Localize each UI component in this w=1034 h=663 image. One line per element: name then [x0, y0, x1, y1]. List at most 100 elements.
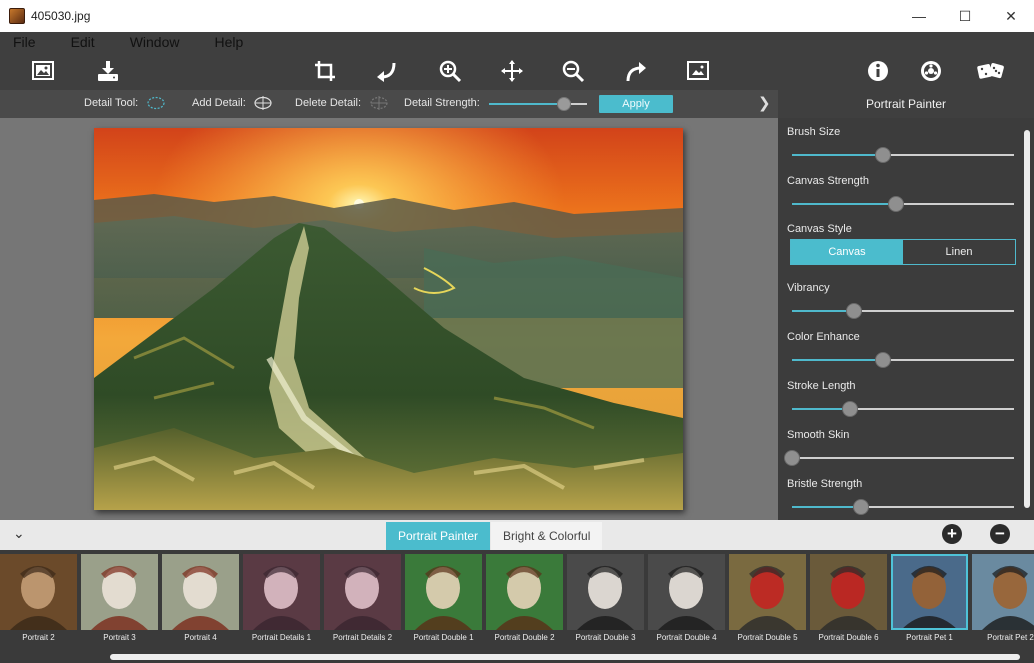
slider-knob[interactable]: [852, 499, 869, 515]
canvas-area: [0, 118, 778, 520]
preset-preview-image: [324, 554, 401, 630]
preset-label: Portrait Double 2: [494, 633, 555, 642]
crop-icon[interactable]: [312, 58, 338, 84]
tab-portrait-painter[interactable]: Portrait Painter: [386, 522, 491, 550]
close-button[interactable]: ✕: [988, 0, 1034, 32]
settings-panel: Brush Size Canvas Strength Canvas Style …: [778, 118, 1034, 520]
preset-label: Portrait Double 1: [413, 633, 474, 642]
smooth-skin-slider[interactable]: Smooth Skin: [784, 429, 1023, 475]
tab-bright-colorful[interactable]: Bright & Colorful: [491, 522, 603, 550]
preset-preview-image: [972, 554, 1034, 630]
preset-preview-image: [162, 554, 239, 630]
stroke-length-slider[interactable]: Stroke Length: [787, 380, 1023, 426]
preset-thumbnail[interactable]: Portrait 3: [81, 554, 158, 646]
preset-thumbnail[interactable]: Portrait Double 1: [405, 554, 482, 646]
bristle-strength-slider[interactable]: Bristle Strength: [787, 478, 1023, 524]
app-icon: [9, 8, 25, 24]
detail-strength-fill: [489, 103, 565, 105]
zoom-in-icon[interactable]: [437, 58, 463, 84]
detail-tool-icon[interactable]: [147, 96, 165, 110]
preset-thumbnail[interactable]: Portrait Details 2: [324, 554, 401, 646]
canvas-strength-slider[interactable]: Canvas Strength: [787, 175, 1023, 221]
preset-thumbnail[interactable]: Portrait Double 4: [648, 554, 725, 646]
detail-tool-label: Detail Tool:: [84, 97, 139, 109]
slider-knob[interactable]: [888, 196, 905, 212]
slider-label: Bristle Strength: [787, 478, 863, 490]
slider-label: Smooth Skin: [787, 429, 850, 441]
preset-preview-image: [0, 554, 77, 630]
slider-fill: [792, 310, 855, 312]
add-detail-label: Add Detail:: [192, 97, 246, 109]
fit-image-icon[interactable]: [685, 58, 711, 84]
canvas-style-linen-button[interactable]: Linen: [903, 240, 1015, 264]
preset-label: Portrait Details 2: [332, 633, 393, 642]
detail-strength-label: Detail Strength:: [404, 97, 480, 109]
maximize-button[interactable]: ☐: [942, 0, 988, 32]
save-icon[interactable]: [95, 58, 121, 84]
canvas-style-label: Canvas Style: [787, 223, 852, 235]
slider-fill: [792, 154, 884, 156]
preset-thumbnail[interactable]: Portrait Pet 1: [891, 554, 968, 646]
slider-knob[interactable]: [841, 401, 858, 417]
preset-thumbnail[interactable]: Portrait Double 5: [729, 554, 806, 646]
preset-thumbnail[interactable]: Portrait Pet 2: [972, 554, 1034, 646]
menu-bar: File Edit Window Help: [0, 32, 1034, 52]
preset-label: Portrait Double 3: [575, 633, 636, 642]
preset-preview-image: [567, 554, 644, 630]
delete-detail-label: Delete Detail:: [295, 97, 362, 109]
preset-thumbnail[interactable]: Portrait Double 6: [810, 554, 887, 646]
menu-window[interactable]: Window: [130, 34, 180, 50]
redo-icon[interactable]: [623, 58, 649, 84]
preset-thumbnail[interactable]: Portrait 2: [0, 554, 77, 646]
preset-thumbnail[interactable]: Portrait Double 2: [486, 554, 563, 646]
move-icon[interactable]: [499, 58, 525, 84]
zoom-out-icon[interactable]: [560, 58, 586, 84]
undo-icon[interactable]: [374, 58, 400, 84]
preset-preview-image: [729, 554, 806, 630]
chevron-down-icon[interactable]: ⌄: [13, 525, 25, 542]
preset-label: Portrait Details 1: [251, 633, 312, 642]
preset-preview-image: [81, 554, 158, 630]
slider-knob[interactable]: [784, 450, 800, 466]
random-dice-icon[interactable]: [976, 58, 1006, 84]
add-preset-button[interactable]: +: [942, 524, 962, 544]
slider-knob[interactable]: [875, 147, 892, 163]
title-bar: 405030.jpg — ☐ ✕: [0, 0, 1034, 32]
detail-strength-slider[interactable]: [489, 97, 587, 111]
chevron-right-icon[interactable]: ❯: [758, 94, 771, 112]
apply-button[interactable]: Apply: [599, 95, 673, 113]
add-detail-icon[interactable]: [254, 96, 272, 110]
settings-icon[interactable]: [918, 58, 944, 84]
info-icon[interactable]: [865, 58, 891, 84]
menu-file[interactable]: File: [13, 34, 36, 50]
preset-preview-image: [243, 554, 320, 630]
color-enhance-slider[interactable]: Color Enhance: [787, 331, 1023, 377]
open-image-icon[interactable]: [30, 58, 56, 84]
preset-tab-bar: ⌄ Portrait Painter Bright & Colorful + −: [0, 520, 1034, 550]
preset-label: Portrait Pet 2: [987, 633, 1034, 642]
preset-thumbnail[interactable]: Portrait Double 3: [567, 554, 644, 646]
preset-label: Portrait Pet 1: [906, 633, 953, 642]
menu-edit[interactable]: Edit: [71, 34, 95, 50]
detail-strength-knob[interactable]: [557, 97, 572, 111]
preset-label: Portrait 4: [184, 633, 217, 642]
panel-title: Portrait Painter: [778, 90, 1034, 118]
minimize-button[interactable]: —: [896, 0, 942, 32]
preset-thumbnail[interactable]: Portrait Details 1: [243, 554, 320, 646]
delete-detail-icon[interactable]: [370, 96, 388, 110]
panel-scrollbar[interactable]: [1024, 130, 1030, 508]
preset-label: Portrait Double 4: [656, 633, 717, 642]
filmstrip-scrollbar[interactable]: [110, 654, 1020, 660]
vibrancy-slider[interactable]: Vibrancy: [787, 282, 1023, 328]
slider-label: Color Enhance: [787, 331, 860, 343]
preset-thumbnail[interactable]: Portrait 4: [162, 554, 239, 646]
preset-preview-image: [486, 554, 563, 630]
slider-knob[interactable]: [875, 352, 892, 368]
canvas-style-toggle: Canvas Linen: [790, 239, 1016, 265]
canvas-style-canvas-button[interactable]: Canvas: [791, 240, 903, 264]
menu-help[interactable]: Help: [214, 34, 243, 50]
brush-size-slider[interactable]: Brush Size: [787, 126, 1023, 172]
slider-knob[interactable]: [846, 303, 863, 319]
remove-preset-button[interactable]: −: [990, 524, 1010, 544]
painted-landscape-image[interactable]: [94, 128, 683, 510]
